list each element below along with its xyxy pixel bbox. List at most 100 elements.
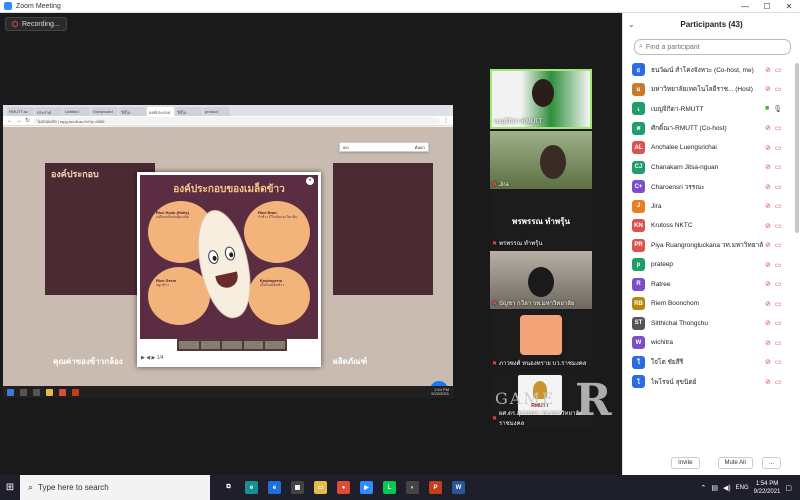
more-button[interactable]: ... bbox=[761, 457, 781, 469]
participant-avatar: KN bbox=[632, 219, 645, 233]
browser-tab-active[interactable]: องค์ประกอบ bbox=[147, 107, 174, 116]
participant-status: ⊘ ▭ bbox=[765, 261, 782, 269]
participant-row[interactable]: R Ratree ⊘ ▭ bbox=[623, 275, 795, 295]
participant-row[interactable]: RB Riem Boonchom ⊘ ▭ bbox=[623, 294, 795, 314]
mic-muted-icon[interactable]: ⊘ bbox=[765, 319, 771, 327]
browser-tab[interactable]: product bbox=[203, 107, 230, 116]
participant-row[interactable]: โ ไพโรจน์ สุขนิตย์ ⊘ ▭ bbox=[623, 372, 795, 392]
lightbox-controls[interactable]: ▶ ◀ ▶ 1/4 bbox=[141, 355, 164, 361]
mic-muted-icon[interactable]: ⊘ bbox=[765, 85, 771, 93]
chevron-down-icon[interactable]: ⌄ bbox=[628, 20, 635, 29]
mic-muted-icon[interactable]: ⊘ bbox=[765, 280, 771, 288]
thumbnail[interactable] bbox=[179, 341, 199, 349]
participant-row[interactable]: CJ Chanakarn Jitsa-nguan ⊘ ▭ bbox=[623, 158, 795, 178]
network-icon[interactable]: ▤ bbox=[711, 484, 718, 492]
mic-muted-icon[interactable]: ⊘ bbox=[765, 124, 771, 132]
chevron-up-icon[interactable]: ⌃ bbox=[700, 484, 706, 492]
mic-muted-icon[interactable]: ⊘ bbox=[765, 358, 771, 366]
ie-icon[interactable]: e bbox=[268, 481, 281, 494]
windows-start-icon[interactable]: ⊞ bbox=[0, 475, 20, 500]
mic-muted-icon[interactable]: ⊘ bbox=[765, 300, 771, 308]
maximize-button[interactable]: ☐ bbox=[756, 2, 778, 11]
mic-muted-icon[interactable]: ⊘ bbox=[765, 339, 771, 347]
mic-muted-icon[interactable]: ⊘ bbox=[765, 163, 771, 171]
participant-scrollbar[interactable] bbox=[795, 63, 799, 233]
participant-name: Riem Boonchom bbox=[651, 300, 700, 308]
taskbar-clock[interactable]: 1:54 PM 9/22/2021 bbox=[754, 480, 781, 496]
video-tile[interactable]: พรพรรณ ทำพรุ้น ✖ พรพรรณ ทำพรุ้น bbox=[490, 191, 592, 249]
back-icon[interactable]: ← bbox=[7, 118, 13, 124]
mic-muted-icon[interactable]: ⊘ bbox=[765, 202, 771, 210]
mic-muted-icon[interactable]: ⊘ bbox=[765, 144, 771, 152]
minimize-button[interactable]: — bbox=[734, 2, 756, 11]
browser-tab[interactable]: วิดีโอ bbox=[175, 107, 202, 116]
browser-tab[interactable]: Untitled bbox=[63, 107, 90, 116]
lightbox-close-icon[interactable]: × bbox=[306, 177, 314, 185]
find-button[interactable]: ค้นหา bbox=[415, 144, 425, 151]
mic-muted-icon[interactable]: ⊘ bbox=[765, 378, 771, 386]
participant-status: ⊘ ▭ bbox=[765, 280, 782, 288]
language-indicator[interactable]: ENG bbox=[736, 485, 749, 491]
edge-icon[interactable]: e bbox=[245, 481, 258, 494]
mic-on-icon[interactable]: 🎙 bbox=[773, 105, 782, 113]
participant-row[interactable]: AL Anchalee Luengsrichai ⊘ ▭ bbox=[623, 138, 795, 158]
recording-icon bbox=[12, 21, 18, 27]
video-tile[interactable]: ✖ ภาวพงศ์ หนองทราย บว.ราชมงคล bbox=[490, 311, 592, 369]
zoom-icon[interactable]: ▶ bbox=[360, 481, 373, 494]
video-off-icon: ▭ bbox=[774, 281, 782, 289]
task-view-icon[interactable]: ⧉ bbox=[222, 481, 235, 494]
participant-row[interactable]: PR Piya Ruangrongluckana วท.มหาวิทยาลัย ⊘ ▭ bbox=[623, 236, 795, 256]
participant-row[interactable]: ใ ใจ่โต ชัยสีรี ⊘ ▭ bbox=[623, 353, 795, 373]
participant-row[interactable]: KN Krutoss NKTC ⊘ ▭ bbox=[623, 216, 795, 236]
taskbar-search[interactable]: ⌕ Type here to search bbox=[20, 475, 210, 500]
notification-icon[interactable]: ▢ bbox=[785, 484, 792, 492]
participant-row[interactable]: Wwichitra ⊘ ▭ bbox=[623, 333, 795, 353]
mute-all-button[interactable]: Mute All bbox=[717, 457, 753, 469]
recording-indicator[interactable]: Recording... bbox=[5, 17, 67, 31]
invite-button[interactable]: Invite bbox=[671, 457, 700, 469]
participant-row[interactable]: C+ Charoensri วรรณะ ⊘ ▭ bbox=[623, 177, 795, 197]
thumbnail[interactable] bbox=[222, 341, 242, 349]
address-bar[interactable]: ไม่ปลอดภัย | rspg.rmutt.ac.th/?p=4958 bbox=[33, 117, 440, 124]
mic-muted-icon[interactable]: ⊘ bbox=[765, 183, 771, 191]
participant-row[interactable]: ST Sitthichai Thongchu ⊘ ▭ bbox=[623, 314, 795, 334]
mic-muted-icon[interactable]: ⊘ bbox=[765, 241, 771, 249]
participants-panel: ⌄ Participants (43) ⌕ ธ ธนวัฒน์ สำโคงจังห… bbox=[622, 13, 800, 475]
video-tile[interactable]: เบญจิกิตา-RMUTT bbox=[490, 69, 592, 129]
participant-name: Ratree bbox=[651, 280, 671, 288]
participant-row[interactable]: J Jira ⊘ ▭ bbox=[623, 197, 795, 217]
participant-row[interactable]: เ เบญจิกิตา-RMUTT ■ 🎙 bbox=[623, 99, 795, 119]
tile-name: ✖ ผศ.ดร.สุวรรณา วท.มหาวิทยาลัยราชมงคล bbox=[492, 411, 583, 427]
powerpoint-icon[interactable]: P bbox=[429, 481, 442, 494]
explorer-icon[interactable]: ▭ bbox=[314, 481, 327, 494]
mic-muted-icon[interactable]: ⊘ bbox=[765, 222, 771, 230]
participant-row[interactable]: p prateep ⊘ ▭ bbox=[623, 255, 795, 275]
mic-muted-icon[interactable]: ⊘ bbox=[765, 261, 771, 269]
browser-tab[interactable]: RMUTT.ac bbox=[7, 107, 34, 116]
word-icon[interactable]: W bbox=[452, 481, 465, 494]
mic-muted-icon[interactable]: ⊘ bbox=[765, 66, 771, 74]
store-icon[interactable]: ▦ bbox=[291, 481, 304, 494]
thumbnail[interactable] bbox=[243, 341, 264, 349]
browser-tab[interactable]: Storyboard bbox=[91, 107, 118, 116]
thumbnail[interactable] bbox=[200, 341, 221, 349]
participant-status: ⊘ ▭ bbox=[765, 319, 782, 327]
video-tile[interactable]: RMUTT ✖ ผศ.ดร.สุวรรณา วท.มหาวิทยาลัยราชมง… bbox=[490, 371, 592, 429]
video-tile[interactable]: ✖ Jira bbox=[490, 131, 592, 189]
line-icon[interactable]: L bbox=[383, 481, 396, 494]
close-button[interactable]: ✕ bbox=[778, 2, 800, 11]
browser-tab[interactable]: ประกาศ bbox=[35, 107, 62, 116]
menu-icon[interactable]: ⋮ bbox=[443, 117, 449, 124]
participant-row[interactable]: ธ ธนวัฒน์ สำโคงจังหวะ (Co-host, me) ⊘ ▭ bbox=[623, 60, 795, 80]
participant-row[interactable]: ม มหาวิทยาลัยเทคโนโลยีราช... (Host) ⊘ ▭ bbox=[623, 80, 795, 100]
participant-row[interactable]: ศ ศักดิ์ณา-RMUTT (Co-host) ⊘ ▭ bbox=[623, 119, 795, 139]
browser-tab[interactable]: วิดีโอ bbox=[119, 107, 146, 116]
video-tile[interactable]: ✖ บัญชา กวีลา วท.มหาวิทยาลัย bbox=[490, 251, 592, 309]
reload-icon[interactable]: ↻ bbox=[25, 117, 30, 124]
photos-icon[interactable]: ◐ bbox=[406, 481, 419, 494]
forward-icon[interactable]: → bbox=[16, 118, 22, 124]
chrome-icon[interactable]: ● bbox=[337, 481, 350, 494]
speaker-icon[interactable]: ◀) bbox=[723, 484, 731, 492]
participant-search-input[interactable] bbox=[645, 43, 776, 51]
thumbnail[interactable] bbox=[265, 341, 285, 349]
